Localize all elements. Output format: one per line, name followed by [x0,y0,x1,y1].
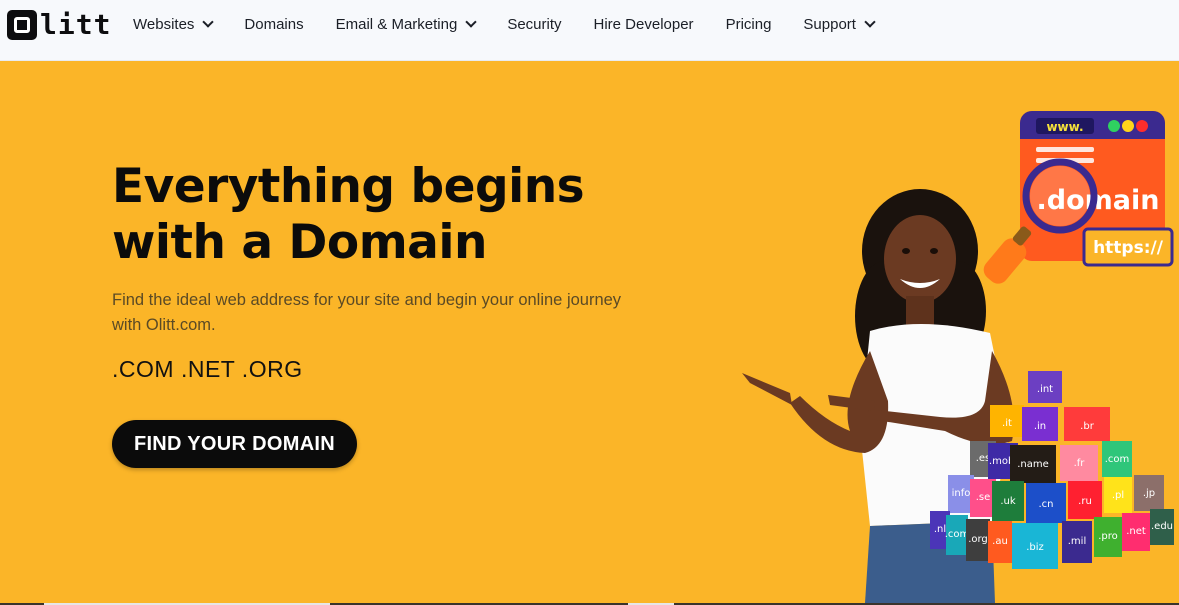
chevron-down-icon [202,15,215,28]
cube-label: .mil [1068,536,1086,547]
cube-label: .au [992,536,1008,547]
hero-section: Everything begins with a Domain Find the… [0,61,1179,603]
https-text: https:// [1093,238,1164,258]
nav-item-email-marketing[interactable]: Email & Marketing [320,16,492,33]
hero-headline: Everything begins with a Domain [112,159,632,271]
cube-label: .fr [1074,458,1086,469]
cube-label: .it [1002,418,1012,429]
cube-label: .jp [1143,488,1155,499]
hero-subtext: Find the ideal web address for your site… [112,291,622,334]
nav-item-security[interactable]: Security [491,16,577,33]
nav-item-domains[interactable]: Domains [228,16,319,33]
main-menu: Websites Domains Email & Marketing Secur… [117,0,890,48]
nav-item-label: Security [507,15,562,33]
nav-item-label: Pricing [725,15,772,33]
nav-item-hire-developer[interactable]: Hire Developer [578,16,710,33]
nav-item-pricing[interactable]: Pricing [710,16,788,33]
headline-line-2: with a Domain [112,215,487,270]
cube-label: .org [968,534,988,545]
hero-illustration: www. .domain https:// .int .it .in .br .… [730,101,1179,603]
nav-item-websites[interactable]: Websites [117,16,228,33]
find-your-domain-button[interactable]: FIND YOUR DOMAIN [112,420,357,468]
nav-item-label: Domains [244,15,304,33]
nav-item-support[interactable]: Support [787,16,890,33]
cube-label: .uk [1000,496,1016,507]
chevron-down-icon [465,15,477,28]
chevron-down-icon [864,15,876,28]
nav-item-label: Support [803,15,856,33]
cube-label: .edu [1151,521,1173,532]
cube-label: .com [945,529,970,540]
cube-label: .pro [1098,531,1118,542]
cube-label: .name [1017,459,1049,470]
cube-label: .cn [1038,499,1053,510]
olitt-logo[interactable]: litt [7,9,111,41]
cube-label: .se [976,492,991,503]
cube-label: .net [1126,526,1146,537]
tld-list: .COM .NET .ORG [112,356,303,382]
headline-line-1: Everything begins [112,159,585,214]
cube-label: info [952,488,971,499]
cube-label: .int [1037,384,1053,395]
browser-url-text: www. [1046,120,1083,134]
cube-label: .ru [1078,496,1092,507]
magnifier-icon [983,158,1098,284]
nav-item-label: Hire Developer [593,15,694,33]
logo-o-icon [7,10,37,40]
nav-item-label: Websites [133,15,195,33]
cube-label: .com [1105,454,1130,465]
nav-item-label: Email & Marketing [335,15,458,33]
cube-label: .biz [1026,542,1044,553]
cube-label: .br [1080,421,1095,432]
cube-label: .in [1034,421,1046,432]
logo-text: litt [40,8,112,41]
top-navbar: litt Websites Domains Email & Marketing … [0,0,1179,61]
cube-label: .pl [1112,490,1124,501]
